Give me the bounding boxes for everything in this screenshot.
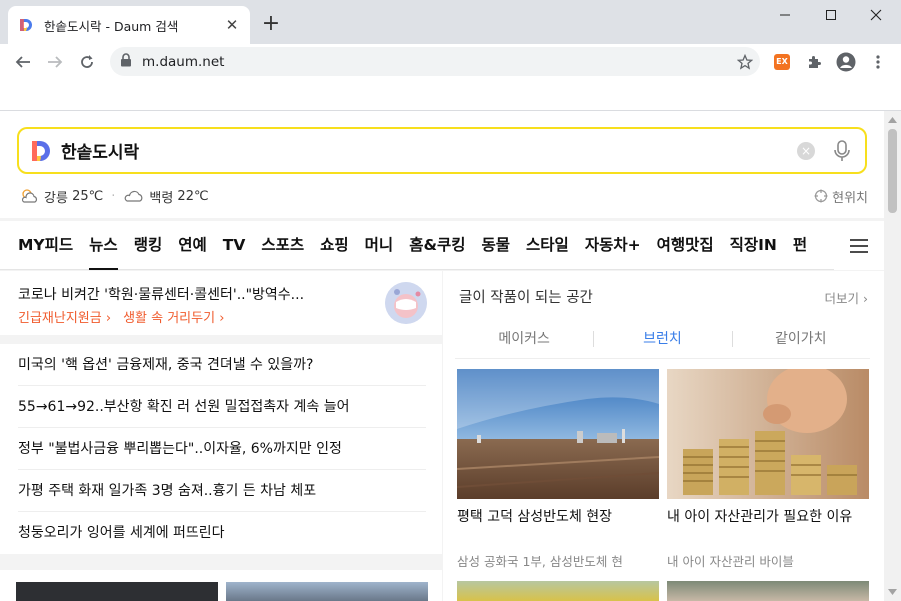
coins-photo	[667, 369, 869, 499]
extensions-puzzle-icon[interactable]	[804, 52, 824, 72]
reload-icon[interactable]	[74, 49, 100, 75]
weather-temp-1: 25℃	[72, 188, 104, 204]
more-link[interactable]: 더보기 ›	[825, 288, 869, 307]
bookmark-star-icon[interactable]	[730, 47, 760, 76]
brunch-card-4-preview[interactable]	[667, 581, 869, 601]
menu-item[interactable]: 연예	[178, 221, 207, 270]
back-arrow-icon[interactable]	[10, 49, 36, 75]
brunch-section: 글이 작품이 되는 공간 더보기 › 메이커스 브런치 같이가치 평택 고덕 삼…	[443, 271, 884, 601]
menu-item[interactable]: 랭킹	[134, 221, 163, 270]
brunch-card-1[interactable]: 평택 고덕 삼성반도체 현장 삼성 공화국 1부, 삼성반도체 현	[457, 369, 659, 570]
category-menu: MY피드 뉴스 랭킹 연예 TV 스포츠 쇼핑 머니 홈&쿠킹 동물 스타일 자동차+ 여행맛집 직장IN…	[0, 221, 884, 270]
section-tabs: 메이커스 브런치 같이가치	[455, 319, 870, 359]
crosshair-icon	[814, 189, 828, 203]
maximize-icon[interactable]	[808, 0, 854, 30]
menu-item[interactable]: 동물	[482, 221, 511, 270]
menu-item[interactable]: 여행맛집	[657, 221, 714, 270]
covid-card[interactable]: 코로나 비켜간 '학원·물류센터·콜센터'.."방역수... 긴급재난지원금 ›…	[0, 271, 442, 335]
weather-temp-2: 22℃	[177, 188, 209, 204]
tab-close-icon[interactable]: ✕	[224, 17, 240, 33]
url-text: m.daum.net	[142, 53, 225, 70]
page-scrollbar[interactable]	[884, 111, 901, 601]
card-subtitle: 내 아이 자산관리 바이블	[667, 554, 794, 569]
menu-item[interactable]: 스포츠	[261, 221, 304, 270]
section-tab[interactable]: 같이가치	[731, 319, 870, 358]
page-content: 한솥도시락 × 강릉 25℃ · 백령 22℃ 현위치 MY피드 뉴스 랭킹 연…	[0, 111, 884, 601]
location-label: 현위치	[832, 190, 868, 206]
browser-menu-icon[interactable]	[868, 52, 888, 72]
brunch-card-2[interactable]: 내 아이 자산관리가 필요한 이유 내 아이 자산관리 바이블	[667, 369, 869, 570]
card-title: 내 아이 자산관리가 필요한 이유	[667, 509, 853, 525]
search-box[interactable]: 한솥도시락 ×	[17, 127, 867, 174]
location-button[interactable]: 현위치	[814, 185, 868, 207]
section-tab[interactable]: 메이커스	[455, 319, 593, 358]
left-column: 코로나 비켜간 '학원·물류센터·콜센터'.."방역수... 긴급재난지원금 ›…	[0, 271, 442, 601]
browser-tab[interactable]: 한솥도시락 - Daum 검색 ✕	[8, 6, 250, 44]
card-title: 평택 고덕 삼성반도체 현장	[457, 509, 613, 525]
menu-item[interactable]: 머니	[365, 221, 394, 270]
section-tab[interactable]: 브런치	[593, 319, 731, 358]
brunch-card-3-preview[interactable]	[457, 581, 659, 601]
covid-link-2[interactable]: 생활 속 거리두기 ›	[123, 307, 224, 326]
search-query[interactable]: 한솥도시락	[61, 138, 797, 163]
menu-item[interactable]: TV	[223, 221, 246, 270]
menu-item[interactable]: 자동차+	[585, 221, 641, 270]
menu-item[interactable]: 스타일	[526, 221, 569, 270]
news-item[interactable]: 가평 주택 화재 일가족 3명 숨져..흉기 든 차남 체포	[18, 470, 426, 512]
news-item[interactable]: 정부 "불법사금융 뿌리뽑는다"..이자율, 6%까지만 인정	[18, 428, 426, 470]
daum-logo-icon[interactable]	[29, 139, 53, 163]
construction-site-photo	[457, 369, 659, 499]
weather-city-1: 강릉	[44, 190, 68, 206]
lock-icon	[120, 52, 132, 71]
daum-favicon-icon	[18, 17, 34, 33]
covid-headline[interactable]: 코로나 비켜간 '학원·물류센터·콜센터'.."방역수...	[18, 284, 304, 304]
address-bar[interactable]: m.daum.net	[110, 47, 760, 76]
microphone-icon[interactable]	[831, 139, 853, 163]
sun-cloud-icon	[18, 187, 40, 205]
menu-item[interactable]: 펀	[793, 221, 807, 270]
news-item[interactable]: 청둥오리가 잉어를 세계에 퍼뜨린다	[18, 512, 426, 554]
browser-toolbar: m.daum.net EX	[0, 44, 901, 78]
scroll-thumb[interactable]	[888, 129, 897, 213]
extension-ex-icon[interactable]: EX	[772, 52, 792, 72]
close-window-icon[interactable]	[853, 0, 899, 30]
news-item[interactable]: 미국의 '핵 옵션' 금융제재, 중국 견뎌낼 수 있을까?	[18, 344, 426, 386]
menu-item[interactable]: MY피드	[18, 221, 73, 270]
news-list: 미국의 '핵 옵션' 금융제재, 중국 견뎌낼 수 있을까? 55→61→92..…	[0, 344, 442, 554]
section-title: 글이 작품이 되는 공간	[459, 290, 593, 306]
menu-item[interactable]: 쇼핑	[320, 221, 349, 270]
thumbnail-1[interactable]	[16, 582, 218, 601]
cloud-icon	[123, 187, 145, 205]
menu-item[interactable]: 직장IN	[730, 221, 777, 270]
weather-city-2: 백령	[149, 190, 174, 206]
new-tab-icon[interactable]: +	[259, 12, 283, 36]
weather-strip[interactable]: 강릉 25℃ · 백령 22℃	[18, 185, 209, 207]
covid-link-1[interactable]: 긴급재난지원금 ›	[18, 307, 111, 326]
clear-search-icon[interactable]: ×	[797, 141, 815, 160]
scroll-down-arrow-icon[interactable]	[888, 587, 897, 597]
minimize-icon[interactable]	[762, 0, 808, 30]
profile-avatar-icon[interactable]	[836, 52, 856, 72]
covid-links: 긴급재난지원금 › 생활 속 거리두기 ›	[18, 307, 224, 326]
scroll-up-arrow-icon[interactable]	[888, 115, 897, 125]
thumbnail-2[interactable]	[226, 582, 428, 601]
hamburger-menu-icon[interactable]	[834, 221, 884, 270]
photo-thumbnails	[0, 570, 442, 601]
tab-title: 한솥도시락 - Daum 검색	[44, 18, 179, 34]
card-subtitle: 삼성 공화국 1부, 삼성반도체 현	[457, 554, 623, 569]
search-area: 한솥도시락 × 강릉 25℃ · 백령 22℃ 현위치	[0, 111, 884, 218]
covid-illustration	[385, 282, 427, 324]
news-item[interactable]: 55→61→92..부산항 확진 러 선원 밀접접촉자 계속 늘어	[18, 386, 426, 428]
forward-arrow-icon[interactable]	[42, 49, 68, 75]
menu-item[interactable]: 뉴스	[89, 221, 118, 270]
menu-item[interactable]: 홈&쿠킹	[409, 221, 465, 270]
